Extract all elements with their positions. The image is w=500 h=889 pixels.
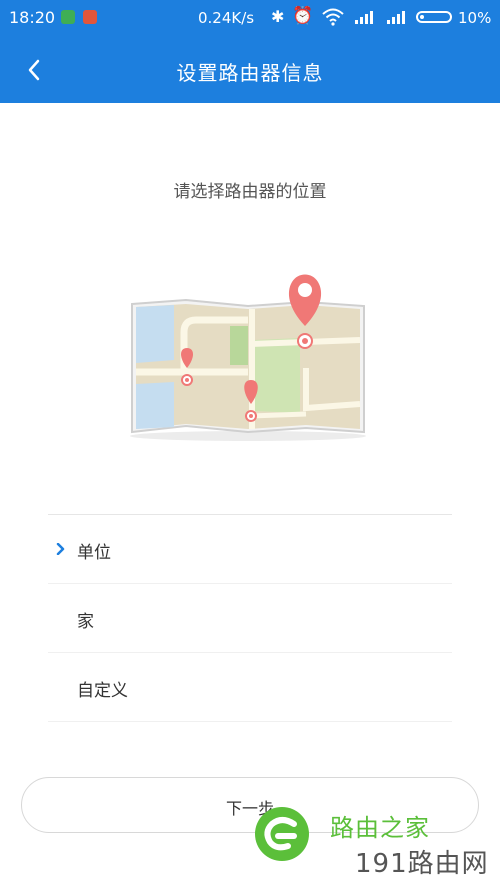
alarm-icon: ⏰ bbox=[292, 6, 314, 26]
location-option-home[interactable]: 家 bbox=[48, 584, 452, 653]
location-option-label: 家 bbox=[77, 612, 94, 632]
location-option-custom[interactable]: 自定义 bbox=[48, 653, 452, 722]
status-bar: 18:20 0.24K/s ✱ ⏰ 10% bbox=[0, 0, 500, 36]
shield-notification-icon bbox=[61, 10, 75, 24]
signal-icon bbox=[387, 11, 405, 24]
selected-chevron-icon bbox=[56, 543, 65, 555]
location-prompt: 请选择路由器的位置 bbox=[173, 182, 327, 202]
network-speed: 0.24K/s bbox=[198, 9, 255, 27]
signal-icon bbox=[355, 11, 373, 24]
map-pins-illustration bbox=[130, 274, 366, 441]
location-option-label: 单位 bbox=[77, 543, 111, 563]
location-options-list: 单位 家 自定义 bbox=[48, 514, 452, 722]
watermark-logo-icon bbox=[255, 807, 309, 861]
battery-percent: 10% bbox=[458, 9, 492, 27]
watermark-text: 路由之家 bbox=[330, 814, 430, 842]
battery-icon bbox=[416, 11, 452, 23]
bluetooth-icon: ✱ bbox=[271, 7, 285, 26]
page-title: 设置路由器信息 bbox=[176, 61, 324, 85]
title-bar: 设置路由器信息 bbox=[0, 36, 500, 103]
wifi-icon bbox=[322, 8, 344, 26]
location-option-label: 自定义 bbox=[77, 681, 128, 701]
location-option-office[interactable]: 单位 bbox=[48, 515, 452, 584]
watermark-text: 191路由网 bbox=[355, 849, 489, 879]
status-time: 18:20 bbox=[9, 8, 56, 27]
wifi-app-notification-icon bbox=[83, 10, 97, 24]
